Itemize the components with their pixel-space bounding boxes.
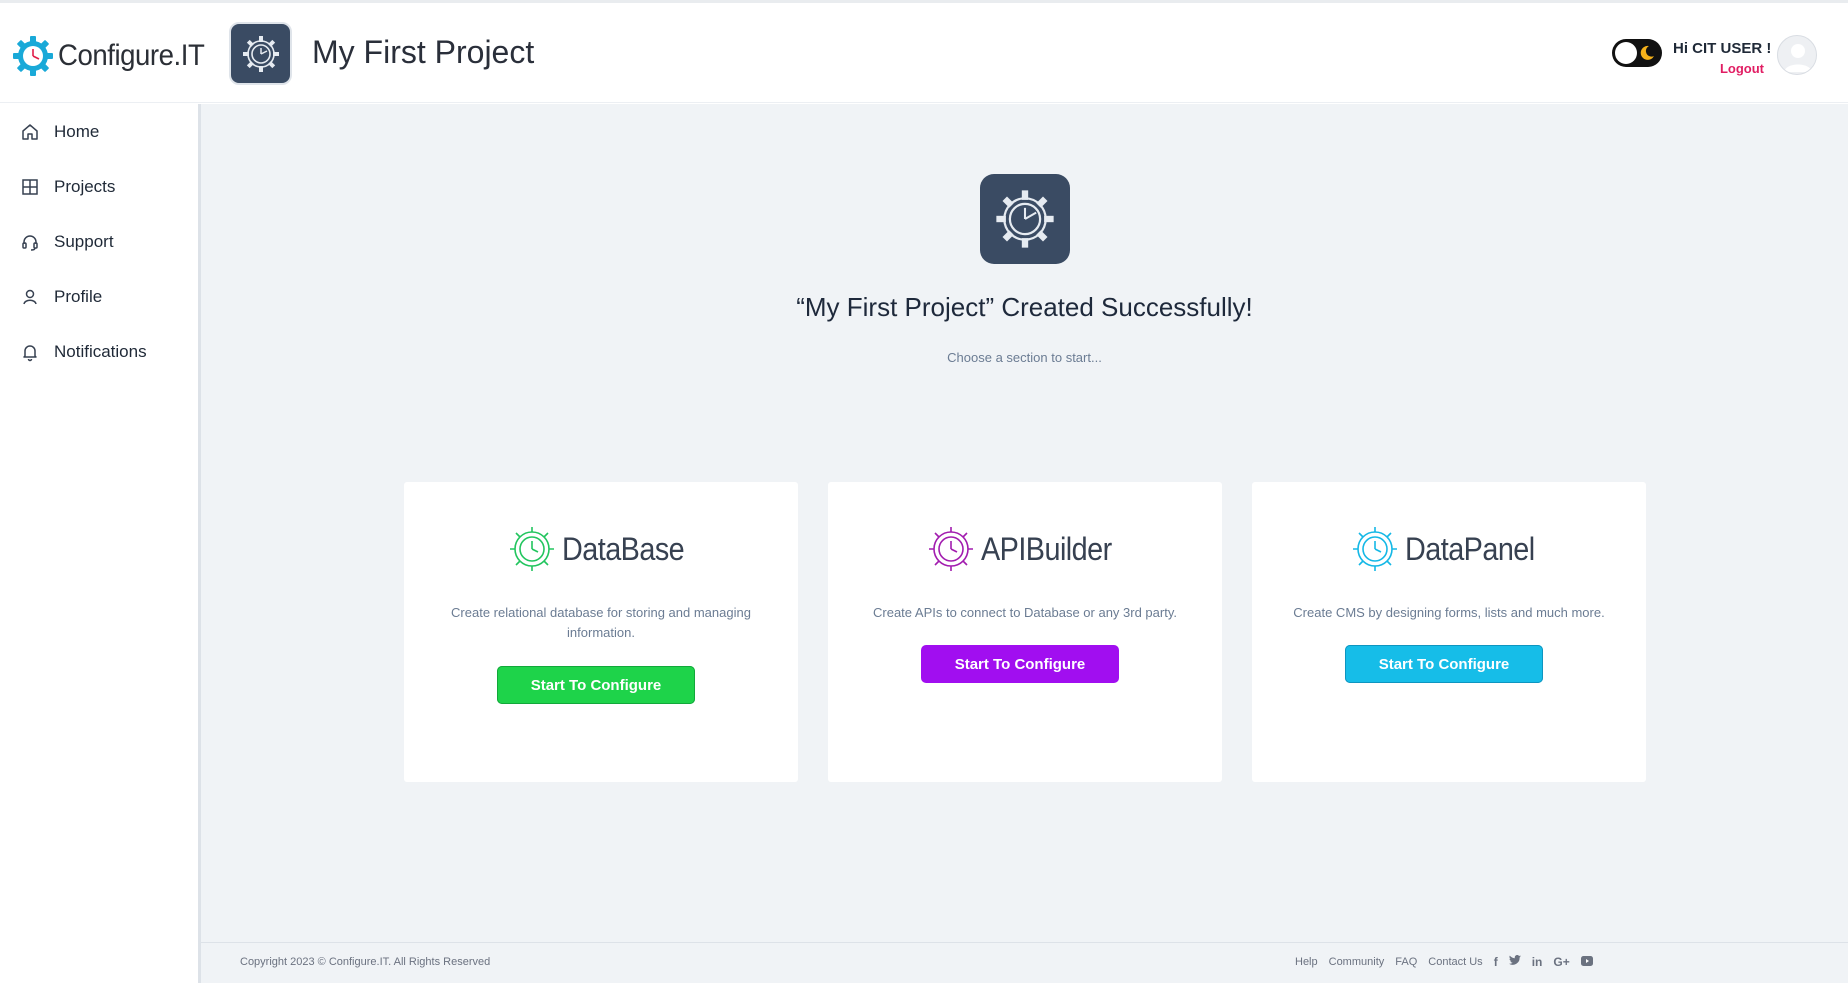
apibuilder-start-button[interactable]: Start To Configure [921,645,1119,683]
card-title: DataBase [561,530,685,567]
sidebar-item-support[interactable]: Support [20,232,114,252]
footer: Copyright 2023 © Configure.IT. All Right… [201,942,1848,983]
card-description: Create relational database for storing a… [451,605,751,640]
project-icon [229,22,292,85]
sidebar-item-notifications[interactable]: Notifications [20,342,147,362]
sidebar-item-profile[interactable]: Profile [20,287,102,307]
footer-links: Help Community FAQ Contact Us f in G+ [1295,955,1604,969]
database-logo: DataBase [404,522,798,576]
avatar[interactable] [1777,35,1817,75]
main-content: “My First Project” Created Successfully!… [201,104,1848,942]
bell-icon [23,345,37,362]
user-icon [23,289,37,305]
datapanel-gear-icon [1353,527,1398,571]
footer-link-community[interactable]: Community [1329,956,1385,968]
project-icon-large [980,174,1070,264]
choose-section-text: Choose a section to start... [947,350,1102,365]
apibuilder-card: APIBuilder Create APIs to connect to Dat… [828,482,1222,782]
sidebar-item-label: Support [54,232,114,251]
sidebar: Home Projects Support Profile Notificati… [0,104,201,983]
sidebar-item-label: Home [54,122,100,141]
copyright-text: Copyright 2023 © Configure.IT. All Right… [240,956,491,968]
user-greeting: Hi CIT USER ! [1673,40,1772,57]
sidebar-item-home[interactable]: Home [20,122,99,142]
gear-clock-logo-icon [13,36,53,76]
card-title: DataPanel [1405,530,1536,567]
moon-icon [1640,45,1654,60]
datapanel-card: DataPanel Create CMS by designing forms,… [1252,482,1646,782]
database-gear-icon [509,527,554,571]
linkedin-icon[interactable]: in [1532,955,1543,969]
header: Configure.IT My First Project Hi CIT USE… [0,3,1848,103]
gear-clock-icon [242,35,279,72]
sidebar-item-projects[interactable]: Projects [20,177,115,197]
theme-toggle[interactable] [1612,39,1662,67]
success-heading: “My First Project” Created Successfully! [796,292,1253,322]
footer-link-contact[interactable]: Contact Us [1428,956,1482,968]
gear-clock-icon [996,190,1054,248]
logout-link[interactable]: Logout [1720,61,1764,76]
apibuilder-logo: APIBuilder [828,522,1222,576]
card-title: APIBuilder [980,530,1112,567]
headset-icon [22,235,38,251]
brand-logo[interactable]: Configure.IT [10,33,217,79]
facebook-icon[interactable]: f [1494,955,1498,969]
card-description: Create CMS by designing forms, lists and… [1293,605,1605,620]
apibuilder-gear-icon [928,527,973,571]
datapanel-logo: DataPanel [1252,522,1646,576]
sidebar-item-label: Profile [54,287,103,306]
project-title: My First Project [312,34,535,70]
footer-link-faq[interactable]: FAQ [1395,956,1417,968]
google-plus-icon[interactable]: G+ [1553,955,1569,969]
home-icon [22,124,38,140]
sidebar-item-label: Projects [54,177,116,196]
toggle-knob [1615,42,1637,64]
database-card: DataBase Create relational database for … [404,482,798,782]
twitter-icon[interactable] [1508,955,1521,969]
datapanel-start-button[interactable]: Start To Configure [1345,645,1543,683]
sidebar-item-label: Notifications [54,342,147,361]
user-avatar-icon [1784,44,1812,72]
brand-name: Configure.IT [58,39,205,72]
youtube-icon[interactable] [1580,955,1593,969]
grid-icon [22,179,38,195]
card-description: Create APIs to connect to Database or an… [873,605,1177,620]
database-start-button[interactable]: Start To Configure [497,666,695,704]
footer-link-help[interactable]: Help [1295,956,1318,968]
